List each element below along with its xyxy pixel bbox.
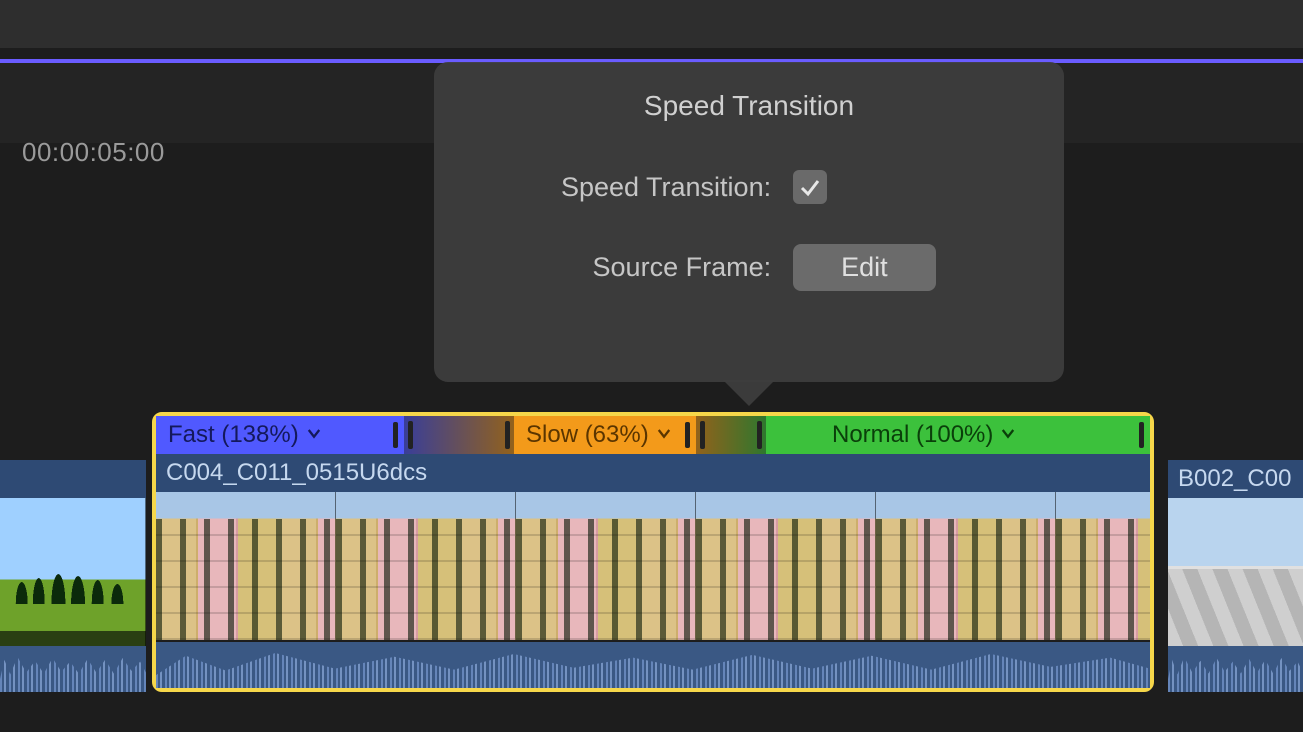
clip-filmstrip: [1168, 498, 1303, 646]
retime-handle[interactable]: [393, 422, 398, 448]
speed-transition-popover: Speed Transition Speed Transition: Sourc…: [434, 62, 1064, 382]
clip-thumbnail: [516, 492, 696, 640]
clip-audio-waveform: [0, 646, 146, 692]
timeline[interactable]: Fast (138%) Slow (63%) Normal (100%) C00…: [0, 412, 1303, 702]
clip-thumbnail: [696, 492, 876, 640]
clip-thumbnail: [876, 492, 1056, 640]
toolbar-strip: [0, 0, 1303, 48]
clip-audio-waveform: [156, 642, 1150, 688]
source-frame-edit-button[interactable]: Edit: [793, 244, 936, 291]
speed-transition-checkbox[interactable]: [793, 170, 827, 204]
retime-handle[interactable]: [685, 422, 690, 448]
retime-segment-slow[interactable]: Slow (63%): [514, 416, 696, 454]
retime-segment-label: Normal (100%): [778, 421, 993, 449]
clip-title: B002_C00: [1168, 460, 1303, 498]
timecode-label: 00:00:05:00: [22, 137, 165, 168]
retime-segment-label: Fast (138%): [168, 421, 299, 449]
clip-title: [0, 460, 146, 498]
clip-thumbnail: [156, 492, 336, 640]
speed-transition-label: Speed Transition:: [434, 172, 793, 203]
source-frame-row: Source Frame: Edit: [434, 244, 1064, 291]
retime-segment-label: Slow (63%): [526, 421, 649, 449]
retime-transition[interactable]: [404, 416, 514, 454]
clip-title: C004_C011_0515U6dcs: [156, 454, 1150, 492]
clip-filmstrip: [0, 498, 146, 646]
retime-bar[interactable]: Fast (138%) Slow (63%) Normal (100%): [156, 416, 1150, 454]
clip-audio-waveform: [1168, 646, 1303, 692]
timeline-clip-selected[interactable]: Fast (138%) Slow (63%) Normal (100%) C00…: [152, 412, 1154, 692]
timeline-clip[interactable]: B002_C00: [1168, 460, 1303, 692]
retime-transition[interactable]: [696, 416, 766, 454]
speed-transition-row: Speed Transition:: [434, 170, 1064, 204]
chevron-down-icon[interactable]: [305, 421, 323, 449]
clip-thumbnail: [336, 492, 516, 640]
retime-segment-normal[interactable]: Normal (100%): [766, 416, 1150, 454]
popover-title: Speed Transition: [644, 90, 854, 122]
clip-filmstrip: [156, 492, 1150, 640]
timeline-clip[interactable]: [0, 460, 146, 692]
clip-thumbnail: [1056, 492, 1150, 640]
clip-thumbnail: [0, 498, 146, 646]
clip-thumbnail: [1168, 498, 1303, 646]
retime-handle[interactable]: [1139, 422, 1144, 448]
source-frame-label: Source Frame:: [434, 252, 793, 283]
chevron-down-icon[interactable]: [655, 421, 673, 449]
checkmark-icon: [798, 175, 822, 199]
retime-segment-fast[interactable]: Fast (138%): [156, 416, 404, 454]
chevron-down-icon[interactable]: [999, 421, 1017, 449]
